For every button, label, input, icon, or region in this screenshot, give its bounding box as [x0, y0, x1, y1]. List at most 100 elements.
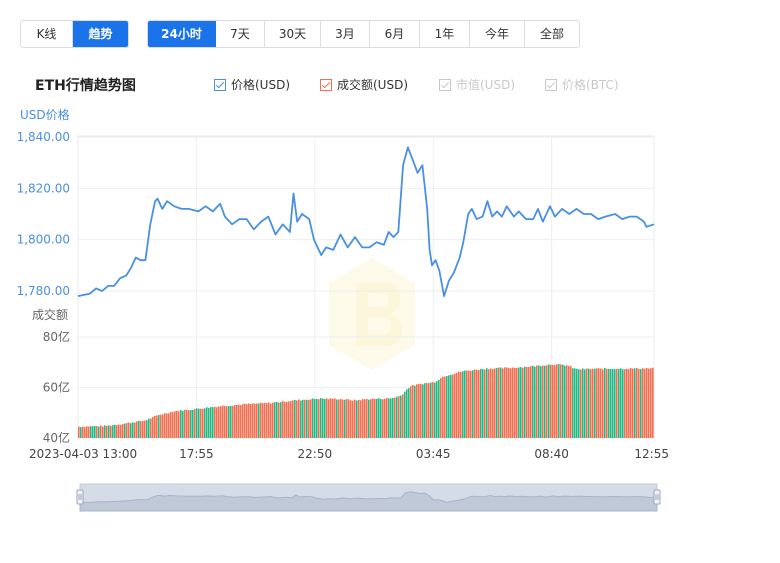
volume-bar [524, 366, 526, 438]
volume-bar [446, 376, 448, 438]
volume-bar [320, 398, 322, 438]
volume-bar [160, 414, 162, 438]
volume-bar [238, 404, 240, 438]
volume-bar [80, 427, 82, 438]
volume-bar [584, 369, 586, 438]
volume-bar [116, 425, 118, 438]
volume-tick-label: 60亿 [43, 380, 70, 395]
volume-bar [258, 403, 260, 438]
volume-bar [462, 371, 464, 438]
volume-bar [404, 391, 406, 438]
volume-bar [644, 368, 646, 438]
volume-tick-label: 40亿 [43, 430, 70, 445]
navigator-left-handle[interactable] [76, 489, 84, 505]
price-tick-label: 1,840.00 [17, 130, 70, 144]
volume-bar [202, 408, 204, 438]
eth-trend-chart: USD价格 1,840.00 1,820.00 1,800.00 1,780.00 成交额… [17, 107, 669, 512]
volume-bar [130, 423, 132, 438]
x-tick-label: 22:50 [298, 447, 333, 461]
volume-bar [148, 418, 150, 438]
volume-bar [118, 424, 120, 438]
volume-bar [180, 409, 182, 438]
volume-bar [174, 411, 176, 438]
volume-bar [224, 406, 226, 438]
volume-bar [302, 399, 304, 438]
volume-bar [234, 405, 236, 438]
volume-bar [484, 369, 486, 438]
volume-bar [418, 383, 420, 438]
volume-bar [214, 406, 216, 438]
volume-bar [478, 370, 480, 438]
volume-bar [388, 398, 390, 438]
volume-bar [550, 364, 552, 438]
volume-bar [280, 402, 282, 438]
volume-bar [480, 368, 482, 438]
volume-bar [506, 367, 508, 438]
volume-bar [128, 422, 130, 438]
volume-bar [370, 399, 372, 438]
volume-bar [108, 425, 110, 438]
price-tick-label: 1,820.00 [17, 181, 70, 195]
volume-bar [158, 415, 160, 438]
volume-bar [90, 426, 92, 438]
volume-bar [604, 367, 606, 438]
volume-bar [266, 403, 268, 438]
volume-bar [242, 404, 244, 438]
volume-bar [292, 400, 294, 438]
volume-bar [598, 368, 600, 438]
volume-bar [322, 398, 324, 438]
volume-bar [580, 369, 582, 438]
volume-bar [558, 364, 560, 438]
volume-bar [252, 403, 254, 438]
volume-bar [578, 369, 580, 438]
zoom-navigator[interactable] [76, 483, 661, 512]
navigator-right-handle[interactable] [653, 489, 661, 505]
volume-bar [430, 382, 432, 438]
volume-bar [382, 399, 384, 438]
volume-bar [196, 408, 198, 438]
volume-bar [546, 365, 548, 438]
volume-tick-label: 80亿 [43, 329, 70, 344]
volume-bar [548, 364, 550, 438]
volume-bar [416, 384, 418, 438]
volume-bar [168, 413, 170, 438]
volume-bar [436, 381, 438, 438]
volume-bar [240, 405, 242, 438]
price-axis-label: USD价格 [20, 107, 70, 122]
volume-bar [192, 409, 194, 438]
volume-bar [284, 402, 286, 438]
volume-bar [568, 366, 570, 438]
volume-bar [314, 399, 316, 438]
volume-bar [376, 398, 378, 438]
volume-bar [88, 426, 90, 438]
volume-bar [368, 399, 370, 438]
volume-bar [594, 368, 596, 438]
volume-bar [328, 399, 330, 438]
volume-bar [514, 367, 516, 438]
volume-bar [600, 368, 602, 438]
volume-bar [276, 401, 278, 438]
volume-bar [96, 426, 98, 438]
x-tick-label: 17:55 [179, 447, 214, 461]
volume-bar [274, 402, 276, 438]
volume-bar [124, 423, 126, 438]
volume-bar [398, 396, 400, 438]
volume-bar [294, 399, 296, 438]
volume-bar [516, 368, 518, 438]
volume-bar [212, 407, 214, 438]
volume-bar [310, 399, 312, 438]
volume-bar [220, 406, 222, 438]
volume-bar [206, 407, 208, 438]
volume-bar [156, 415, 158, 438]
volume-bar [346, 399, 348, 438]
x-tick-label: 03:45 [416, 447, 451, 461]
volume-bar [150, 418, 152, 438]
volume-bar [592, 368, 594, 438]
volume-bar [574, 368, 576, 438]
volume-bar [112, 425, 114, 438]
volume-bar [86, 426, 88, 438]
volume-bar [624, 369, 626, 438]
volume-bar [494, 368, 496, 438]
volume-bar [544, 365, 546, 438]
volume-bar [82, 426, 84, 438]
